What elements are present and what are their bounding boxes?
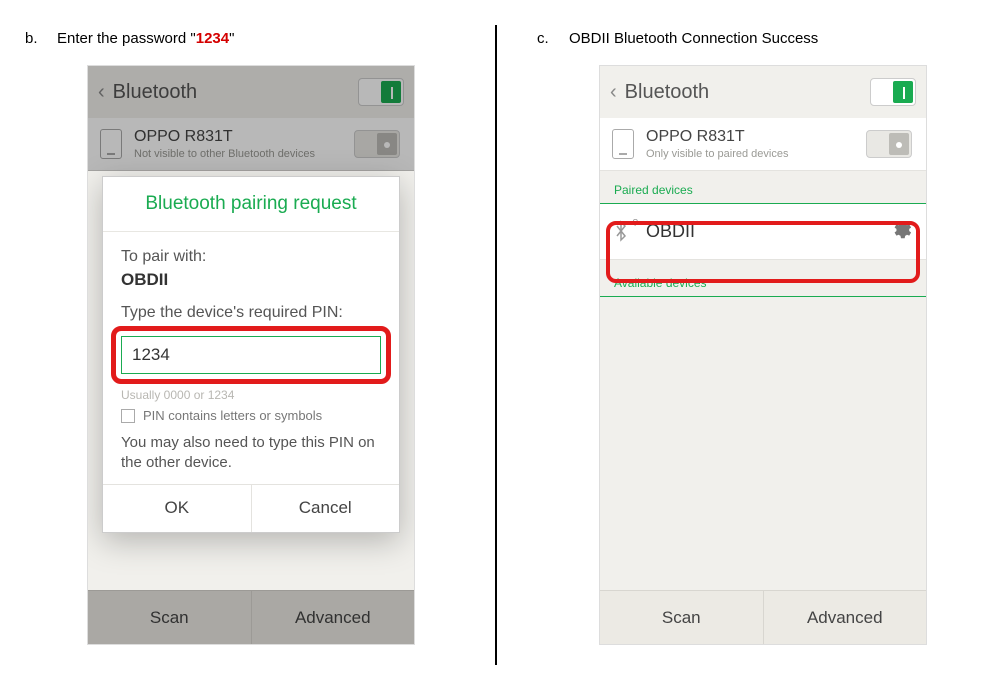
- scan-button[interactable]: Scan: [600, 591, 764, 644]
- pair-target: OBDII: [121, 270, 381, 290]
- gear-icon[interactable]: [890, 219, 912, 245]
- phone-screenshot-c: ‹ Bluetooth OPPO R831T Only visible to p…: [599, 65, 927, 645]
- caption-c-letter: c.: [537, 30, 555, 47]
- topbar: ‹ Bluetooth: [88, 66, 414, 118]
- dialog-title: Bluetooth pairing request: [103, 177, 399, 232]
- my-device-row[interactable]: OPPO R831T Not visible to other Bluetoot…: [88, 118, 414, 171]
- pin-letters-checkbox-row[interactable]: PIN contains letters or symbols: [121, 408, 381, 423]
- topbar: ‹ Bluetooth: [600, 66, 926, 118]
- footer-bar: Scan Advanced: [600, 590, 926, 644]
- cancel-button[interactable]: Cancel: [252, 485, 400, 532]
- caption-b: b. Enter the password "1234": [25, 30, 495, 47]
- advanced-button[interactable]: Advanced: [764, 591, 927, 644]
- pair-with-label: To pair with:: [121, 248, 381, 266]
- pin-input[interactable]: [121, 336, 381, 374]
- caption-c-text: OBDII Bluetooth Connection Success: [569, 30, 818, 47]
- visibility-toggle[interactable]: [866, 130, 912, 158]
- dialog-actions: OK Cancel: [103, 484, 399, 532]
- phone-icon: [612, 129, 634, 159]
- paired-device-row[interactable]: ? OBDII: [600, 204, 926, 260]
- page-title: Bluetooth: [113, 81, 198, 104]
- paired-devices-label: Paired devices: [600, 171, 926, 204]
- scan-button[interactable]: Scan: [88, 591, 252, 644]
- pin-prompt: Type the device's required PIN:: [121, 304, 381, 322]
- checkbox-icon[interactable]: [121, 409, 135, 423]
- dialog-note: You may also need to type this PIN on th…: [121, 433, 381, 474]
- caption-b-password: 1234: [196, 30, 229, 47]
- phone-screenshot-b: ‹ Bluetooth OPPO R831T Not visible to ot…: [87, 65, 415, 645]
- my-device-sub: Only visible to paired devices: [646, 148, 854, 160]
- ok-button[interactable]: OK: [103, 485, 252, 532]
- my-device-name: OPPO R831T: [134, 128, 342, 146]
- caption-b-text: Enter the password "1234": [57, 30, 234, 47]
- available-devices-label: Available devices: [600, 260, 926, 297]
- back-icon[interactable]: ‹: [610, 81, 617, 104]
- pin-hint: Usually 0000 or 1234: [121, 388, 381, 402]
- caption-b-letter: b.: [25, 30, 43, 47]
- bluetooth-toggle[interactable]: [358, 78, 404, 106]
- pin-input-wrap: [121, 332, 381, 378]
- pairing-dialog: Bluetooth pairing request To pair with: …: [102, 176, 400, 533]
- phone-icon: [100, 129, 122, 159]
- page-title: Bluetooth: [625, 81, 710, 104]
- bluetooth-unknown-icon: ?: [614, 220, 632, 244]
- checkbox-label: PIN contains letters or symbols: [143, 408, 322, 423]
- advanced-button[interactable]: Advanced: [252, 591, 415, 644]
- caption-c: c. OBDII Bluetooth Connection Success: [537, 30, 967, 47]
- my-device-sub: Not visible to other Bluetooth devices: [134, 148, 342, 160]
- footer-bar: Scan Advanced: [88, 590, 414, 644]
- my-device-row[interactable]: OPPO R831T Only visible to paired device…: [600, 118, 926, 171]
- back-icon[interactable]: ‹: [98, 81, 105, 104]
- my-device-name: OPPO R831T: [646, 128, 854, 146]
- bluetooth-toggle[interactable]: [870, 78, 916, 106]
- visibility-toggle[interactable]: [354, 130, 400, 158]
- paired-device-name: OBDII: [646, 221, 876, 242]
